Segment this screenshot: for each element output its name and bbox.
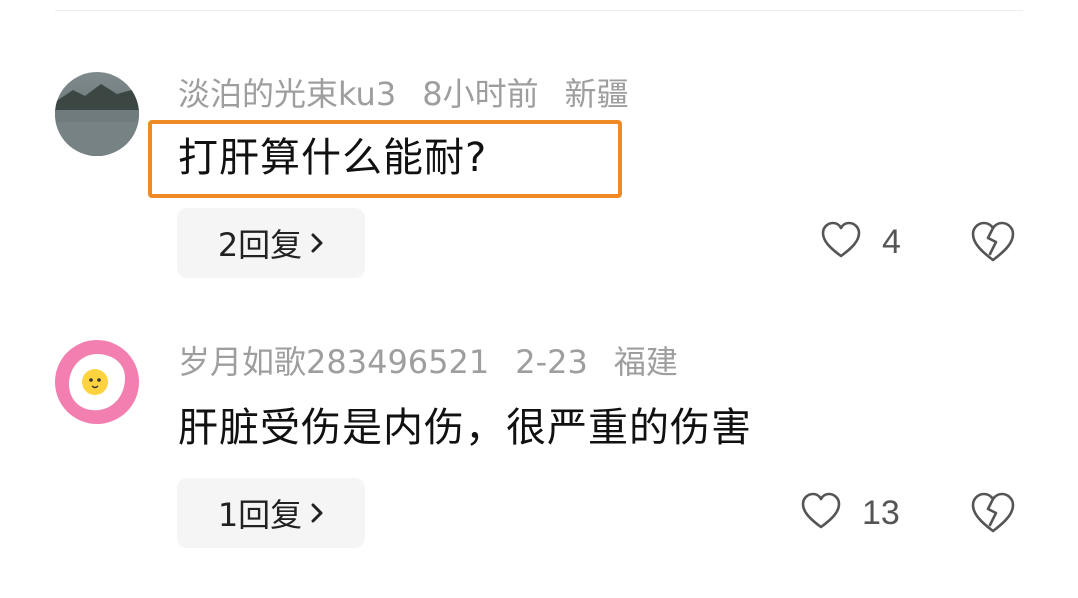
avatar-landscape-image: [55, 72, 139, 156]
timestamp: 8小时前: [422, 75, 539, 113]
comment-meta: 淡泊的光束ku3 8小时前 新疆: [178, 74, 655, 114]
heart-outline-icon: [820, 220, 862, 264]
reply-button[interactable]: 2回复: [177, 208, 365, 278]
comment-item: 淡泊的光束ku3 8小时前 新疆 打肝算什么能耐? 2回复 4: [0, 0, 1078, 278]
like-count: 13: [862, 493, 900, 532]
broken-heart-icon[interactable]: [970, 220, 1016, 266]
chevron-right-icon: [310, 224, 324, 262]
location: 新疆: [564, 75, 629, 113]
broken-heart-icon[interactable]: [970, 491, 1016, 537]
avatar[interactable]: [55, 340, 139, 424]
timestamp: 2-23: [515, 343, 588, 381]
username[interactable]: 岁月如歌283496521: [178, 343, 489, 381]
avatar-egg-image: [55, 340, 139, 424]
like-button[interactable]: 4: [820, 220, 901, 264]
username[interactable]: 淡泊的光束ku3: [178, 75, 396, 113]
reply-label: 2回复: [217, 226, 303, 264]
like-button[interactable]: 13: [800, 491, 900, 535]
reply-button[interactable]: 1回复: [177, 478, 365, 548]
comment-item: 岁月如歌283496521 2-23 福建 肝脏受伤是内伤，很严重的伤害 1回复 1…: [0, 270, 1078, 548]
comment-list: 淡泊的光束ku3 8小时前 新疆 打肝算什么能耐? 2回复 4 岁月如歌2834…: [0, 0, 1078, 598]
like-count: 4: [882, 222, 901, 261]
heart-outline-icon: [800, 491, 842, 535]
location: 福建: [613, 343, 678, 381]
reply-label: 1回复: [217, 496, 303, 534]
chevron-right-icon: [310, 494, 324, 532]
comment-text: 肝脏受伤是内伤，很严重的伤害: [178, 405, 752, 451]
avatar[interactable]: [55, 72, 139, 156]
comment-meta: 岁月如歌283496521 2-23 福建: [178, 342, 704, 382]
highlight-annotation-box: [148, 120, 622, 198]
